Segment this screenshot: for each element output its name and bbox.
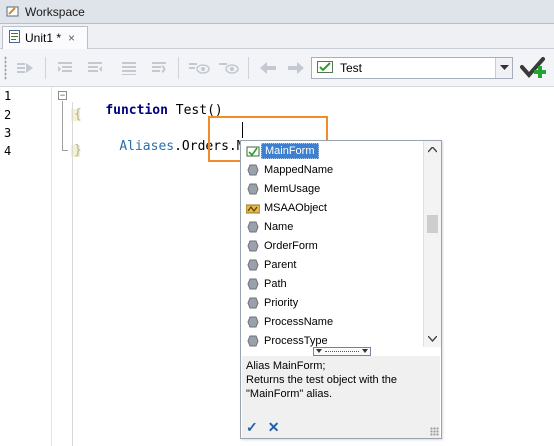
property-icon	[246, 220, 260, 234]
property-icon	[246, 277, 260, 291]
property-icon	[246, 334, 260, 348]
property-icon	[246, 296, 260, 310]
window-title: Workspace	[25, 4, 85, 19]
property-icon	[246, 258, 260, 272]
cancel-icon[interactable]: ✕	[268, 419, 280, 436]
indent-guide	[72, 102, 73, 446]
description-line: "MainForm" alias.	[246, 388, 333, 400]
run-checkmark-button[interactable]	[519, 55, 549, 83]
toolbar-separator	[45, 57, 46, 79]
completion-item[interactable]: Parent	[241, 255, 423, 274]
keyword-function: function	[105, 103, 168, 118]
tab-unit1[interactable]: Unit1 * ×	[2, 26, 88, 49]
description-line: Alias MainForm;	[246, 360, 326, 372]
completion-item[interactable]: Name	[241, 217, 423, 236]
accept-icon[interactable]: ✓	[246, 419, 258, 436]
indent-right-icon[interactable]	[82, 56, 108, 80]
code-line-4[interactable]: }	[74, 143, 82, 158]
line-number: 2	[4, 108, 12, 122]
completion-item[interactable]: MemUsage	[241, 179, 423, 198]
completion-item[interactable]: MSAAObject	[241, 198, 423, 217]
completion-item[interactable]: MappedName	[241, 160, 423, 179]
wrap-icon[interactable]	[146, 56, 172, 80]
aliases-object: Aliases	[119, 139, 175, 154]
watch-icon[interactable]	[216, 56, 242, 80]
code-line-2[interactable]: {	[74, 107, 82, 122]
property-icon	[246, 239, 260, 253]
line-number: 4	[4, 144, 12, 158]
chevron-down-icon	[316, 349, 322, 353]
chevron-down-icon	[362, 349, 368, 353]
completion-scrollbar[interactable]	[423, 141, 441, 347]
completion-actions: ✓ ✕	[246, 419, 279, 436]
test-routine-icon	[317, 60, 333, 76]
script-unit-icon	[9, 30, 20, 46]
msaa-object-icon	[245, 201, 261, 215]
fold-line-end	[62, 150, 68, 151]
toolbar-grip[interactable]	[4, 56, 7, 80]
toolbar-separator	[178, 57, 179, 79]
completion-item[interactable]: ProcessName	[241, 312, 423, 331]
test-routine-value: Test	[340, 61, 363, 75]
resize-grip-icon[interactable]	[430, 427, 439, 436]
run-checkmark-icon	[519, 57, 549, 86]
toolbar-separator	[248, 57, 249, 79]
chevron-down-icon[interactable]	[495, 58, 512, 78]
tab-label: Unit1 *	[25, 31, 62, 45]
line-number: 1	[4, 89, 12, 103]
description-splitter[interactable]	[313, 347, 371, 356]
line-number-gutter: 1 2 3 4	[0, 87, 52, 446]
splitter-dots	[325, 351, 359, 352]
fold-toggle-icon[interactable]: −	[58, 91, 67, 100]
test-routine-select[interactable]: Test	[311, 57, 513, 79]
align-icon[interactable]	[116, 56, 142, 80]
run-script-icon[interactable]	[12, 56, 38, 80]
fold-line	[62, 101, 63, 151]
completion-item[interactable]: Path	[241, 274, 423, 293]
alias-object-icon	[246, 144, 260, 158]
chevron-down-icon[interactable]	[424, 330, 441, 347]
completion-item[interactable]: ProcessType	[241, 331, 423, 347]
property-icon	[246, 182, 260, 196]
close-icon[interactable]: ×	[68, 31, 75, 45]
line-number: 3	[4, 126, 12, 140]
description-line: Returns the test object with the	[246, 374, 398, 386]
code-completion-popup[interactable]: MainForm MappedName MemUsage MSAAObject …	[240, 140, 442, 439]
property-icon	[246, 163, 260, 177]
window-titlebar: Workspace	[0, 0, 554, 24]
scrollbar-thumb[interactable]	[427, 215, 438, 233]
completion-item[interactable]: OrderForm	[241, 236, 423, 255]
completion-list[interactable]: MainForm MappedName MemUsage MSAAObject …	[241, 141, 423, 347]
navigate-back-icon[interactable]	[255, 56, 281, 80]
hide-icon[interactable]	[186, 56, 212, 80]
completion-item[interactable]: Priority	[241, 293, 423, 312]
document-tabstrip: Unit1 * ×	[0, 24, 554, 49]
workspace-icon	[6, 5, 19, 18]
indent-left-icon[interactable]	[52, 56, 78, 80]
completion-item[interactable]: MainForm	[241, 141, 423, 160]
chevron-up-icon[interactable]	[424, 141, 441, 158]
property-icon	[246, 315, 260, 329]
navigate-forward-icon[interactable]	[283, 56, 309, 80]
